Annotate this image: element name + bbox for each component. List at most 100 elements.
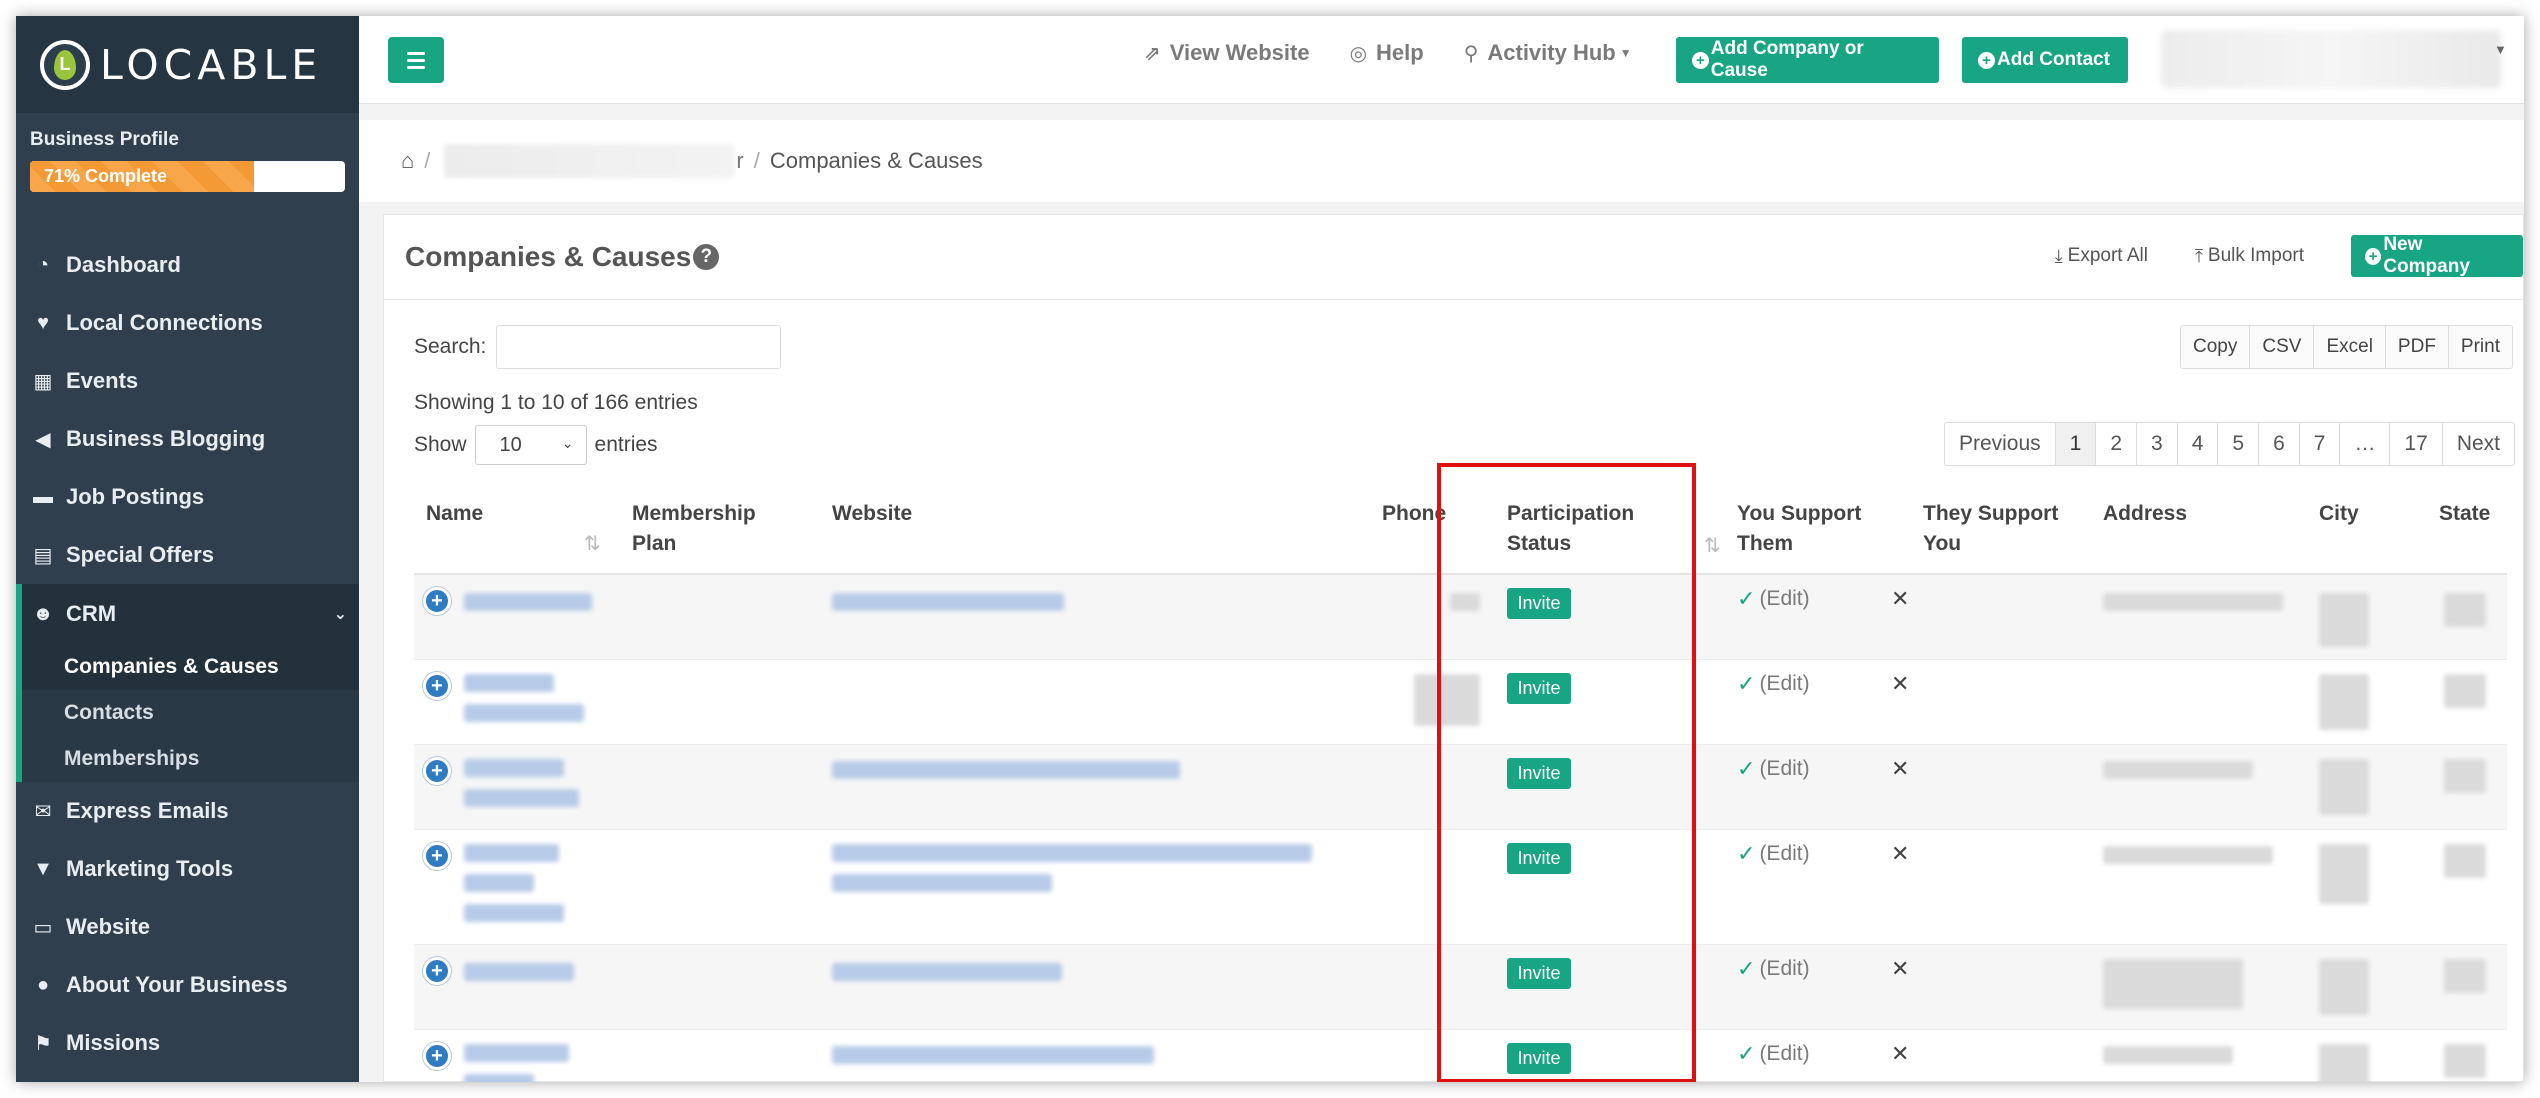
table-row[interactable]: + Invite ✓ (Edit) ✕: [414, 745, 2507, 830]
company-name-redacted[interactable]: [464, 789, 579, 807]
print-button[interactable]: Print: [2447, 325, 2513, 369]
breadcrumb-business-redacted[interactable]: [444, 144, 735, 178]
col-they-support-you[interactable]: They Support You: [1923, 499, 2058, 559]
page-next[interactable]: Next: [2441, 422, 2515, 466]
user-menu-redacted[interactable]: [2161, 30, 2501, 88]
col-city[interactable]: City: [2319, 499, 2359, 529]
edit-link[interactable]: (Edit): [1759, 757, 1809, 781]
sidebar-item-dashboard[interactable]: ◔ Dashboard: [16, 236, 359, 294]
sidebar-item-business-blogging[interactable]: ◀ Business Blogging: [16, 410, 359, 468]
expand-row-icon[interactable]: +: [423, 757, 451, 785]
add-company-button[interactable]: + Add Company or Cause: [1676, 37, 1939, 83]
table-row[interactable]: + Invite ✓ (Edit) ✕: [414, 660, 2507, 745]
invite-status-badge[interactable]: Invite: [1507, 673, 1571, 704]
invite-status-badge[interactable]: Invite: [1507, 958, 1571, 989]
page-length-select[interactable]: 10 ⌄: [474, 425, 587, 465]
invite-status-badge[interactable]: Invite: [1507, 588, 1571, 619]
breadcrumb-business-tail[interactable]: r: [736, 148, 743, 174]
col-membership-plan[interactable]: Membership Plan: [632, 499, 756, 559]
sidebar-item-express-emails[interactable]: ✉ Express Emails: [16, 782, 359, 840]
sidebar-item-crm[interactable]: ☻ CRM ⌄: [16, 584, 359, 644]
company-name-redacted[interactable]: [464, 844, 559, 862]
csv-button[interactable]: CSV: [2249, 325, 2315, 369]
sidebar-subitem-memberships[interactable]: Memberships: [22, 736, 359, 782]
col-website[interactable]: Website: [832, 499, 912, 529]
you-support-cell[interactable]: ✓ (Edit): [1737, 1041, 1810, 1067]
expand-row-icon[interactable]: +: [423, 587, 451, 615]
sort-alpha-icon[interactable]: ⇅: [584, 531, 601, 556]
excel-button[interactable]: Excel: [2313, 325, 2386, 369]
profile-progress-bar[interactable]: 71% Complete: [30, 161, 345, 192]
new-company-button[interactable]: + New Company: [2351, 234, 2523, 277]
page-6[interactable]: 6: [2258, 422, 2300, 466]
col-participation-status[interactable]: Participation Status: [1507, 499, 1634, 559]
invite-status-badge[interactable]: Invite: [1507, 1043, 1571, 1074]
table-row[interactable]: + Invite ✓ (Edit) ✕: [414, 830, 2507, 945]
col-name[interactable]: Name: [426, 499, 483, 529]
page-7[interactable]: 7: [2298, 422, 2341, 466]
sort-icon[interactable]: ⇅: [1704, 533, 1721, 558]
sidebar-item-website[interactable]: ▭ Website: [16, 898, 359, 956]
col-state[interactable]: State: [2439, 499, 2490, 529]
pdf-button[interactable]: PDF: [2384, 325, 2449, 369]
company-name-redacted[interactable]: [464, 963, 574, 981]
page-3[interactable]: 3: [2136, 422, 2178, 466]
company-name-redacted[interactable]: [464, 674, 554, 692]
sidebar-item-events[interactable]: ▦ Events: [16, 352, 359, 410]
add-contact-button[interactable]: + Add Contact: [1962, 37, 2128, 83]
export-all-link[interactable]: ⤓ Export All: [2055, 245, 2148, 267]
question-circle-icon[interactable]: ?: [693, 244, 720, 270]
bulk-import-link[interactable]: ⤒ Bulk Import: [2195, 245, 2304, 267]
page-17[interactable]: 17: [2389, 422, 2443, 466]
sidebar-item-marketing-tools[interactable]: ▼ Marketing Tools: [16, 840, 359, 898]
expand-row-icon[interactable]: +: [423, 842, 451, 870]
company-name-redacted[interactable]: [464, 904, 564, 922]
you-support-cell[interactable]: ✓ (Edit): [1737, 956, 1810, 982]
search-input[interactable]: [496, 325, 782, 369]
website-redacted[interactable]: [832, 761, 1180, 779]
edit-link[interactable]: (Edit): [1759, 957, 1809, 981]
copy-button[interactable]: Copy: [2180, 325, 2251, 369]
page-4[interactable]: 4: [2176, 422, 2219, 466]
sidebar-item-about-your-business[interactable]: ● About Your Business: [16, 956, 359, 1014]
logo[interactable]: L LOCABLE: [16, 16, 359, 113]
edit-link[interactable]: (Edit): [1759, 587, 1809, 611]
company-name-redacted[interactable]: [464, 759, 564, 777]
col-phone[interactable]: Phone: [1382, 499, 1446, 529]
edit-link[interactable]: (Edit): [1759, 672, 1809, 696]
page-previous[interactable]: Previous: [1943, 422, 2056, 466]
expand-row-icon[interactable]: +: [423, 957, 451, 985]
you-support-cell[interactable]: ✓ (Edit): [1737, 671, 1810, 697]
expand-row-icon[interactable]: +: [423, 672, 451, 700]
table-row[interactable]: + Invite ✓ (Edit) ✕: [414, 575, 2507, 660]
sidebar-subitem-companies-causes[interactable]: Companies & Causes: [22, 644, 359, 690]
invite-status-badge[interactable]: Invite: [1507, 843, 1571, 874]
company-name-redacted[interactable]: [464, 874, 534, 892]
page-1[interactable]: 1: [2054, 422, 2097, 466]
sidebar-item-job-postings[interactable]: ▬ Job Postings: [16, 468, 359, 526]
company-name-redacted[interactable]: [464, 593, 592, 611]
page-2[interactable]: 2: [2095, 422, 2138, 466]
view-website-link[interactable]: ⇗ View Website: [1144, 40, 1310, 66]
sidebar-item-local-connections[interactable]: ♥ Local Connections: [16, 294, 359, 352]
caret-down-icon[interactable]: ▼: [2494, 42, 2507, 57]
website-redacted[interactable]: [832, 844, 1312, 862]
table-row[interactable]: + Invite ✓ (Edit) ✕: [414, 945, 2507, 1030]
company-name-redacted[interactable]: [464, 1074, 534, 1082]
website-redacted[interactable]: [832, 1046, 1154, 1064]
help-link[interactable]: ◎ Help: [1350, 40, 1424, 66]
company-name-redacted[interactable]: [464, 704, 584, 722]
col-address[interactable]: Address: [2103, 499, 2187, 529]
you-support-cell[interactable]: ✓ (Edit): [1737, 586, 1810, 612]
website-redacted[interactable]: [832, 874, 1052, 892]
edit-link[interactable]: (Edit): [1759, 842, 1809, 866]
menu-toggle-button[interactable]: [388, 37, 444, 83]
invite-status-badge[interactable]: Invite: [1507, 758, 1571, 789]
sidebar-item-special-offers[interactable]: ▤ Special Offers: [16, 526, 359, 584]
home-icon[interactable]: ⌂: [401, 148, 414, 174]
table-row[interactable]: + Invite ✓ (Edit) ✕: [414, 1030, 2507, 1082]
expand-row-icon[interactable]: +: [423, 1042, 451, 1070]
you-support-cell[interactable]: ✓ (Edit): [1737, 841, 1810, 867]
col-you-support-them[interactable]: You Support Them: [1737, 499, 1861, 559]
activity-hub-dropdown[interactable]: ⚲ Activity Hub ▼: [1464, 40, 1632, 66]
